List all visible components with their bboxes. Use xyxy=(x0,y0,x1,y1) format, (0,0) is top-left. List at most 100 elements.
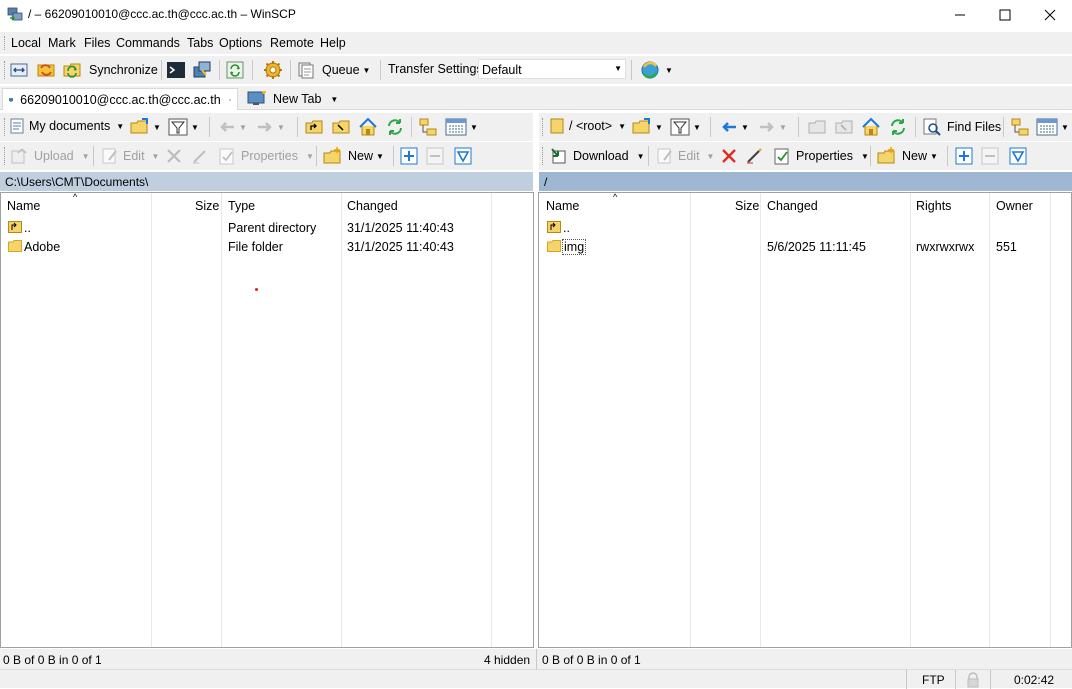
local-parent-directory-button[interactable] xyxy=(305,118,323,136)
local-path-bar[interactable]: C:\Users\CMT\Documents\ xyxy=(0,172,533,191)
console-button[interactable] xyxy=(167,61,185,79)
remote-open-directory-button[interactable]: ▼ xyxy=(632,117,663,137)
remote-properties-button[interactable]: Properties ▼ xyxy=(773,147,869,165)
local-properties-button[interactable]: Properties ▼ xyxy=(218,147,314,165)
synchronize-button[interactable]: Synchronize xyxy=(63,61,158,79)
delete-icon xyxy=(720,147,738,165)
menu-commands[interactable]: Commands xyxy=(116,36,180,50)
menu-mark[interactable]: Mark xyxy=(48,36,76,50)
menu-tabs[interactable]: Tabs xyxy=(187,36,213,50)
menu-help[interactable]: Help xyxy=(320,36,346,50)
plus-square-icon xyxy=(955,147,973,165)
remote-filter-button[interactable]: ▼ xyxy=(670,118,701,136)
local-col-changed[interactable]: Changed xyxy=(347,199,398,213)
remote-edit-button[interactable]: Edit ▼ xyxy=(656,147,714,165)
queue-button[interactable]: Queue ▼ xyxy=(297,61,370,79)
remote-col-name[interactable]: Name xyxy=(546,199,579,213)
remote-tree-button[interactable] xyxy=(1011,118,1029,136)
download-button[interactable]: Download ▼ xyxy=(549,147,645,165)
minimize-button[interactable] xyxy=(937,0,983,30)
local-back-button[interactable]: ▼ xyxy=(218,118,247,136)
local-edit-label: Edit xyxy=(123,149,145,163)
remote-forward-button[interactable]: ▼ xyxy=(758,118,787,136)
queue-icon xyxy=(297,61,315,79)
toolbar-separator xyxy=(252,60,253,80)
lock-icon xyxy=(966,672,980,688)
remote-col-changed[interactable]: Changed xyxy=(767,199,818,213)
remote-col-owner[interactable]: Owner xyxy=(996,199,1033,213)
remote-properties-label: Properties xyxy=(796,149,853,163)
chevron-down-icon: ▼ xyxy=(470,123,478,132)
toolbar-grip[interactable] xyxy=(542,147,545,165)
local-refresh-button[interactable] xyxy=(385,117,405,137)
preferences-button[interactable] xyxy=(263,60,283,80)
remote-path-bar[interactable]: / xyxy=(539,172,1072,191)
tab-session[interactable]: 66209010010@ccc.ac.th@ccc.ac.th xyxy=(2,88,238,110)
remote-file-list[interactable]: Name ^ Size Changed Rights Owner .. img … xyxy=(538,192,1072,648)
remote-delete-button[interactable] xyxy=(720,147,738,165)
remote-location-label: / <root> xyxy=(569,119,612,133)
transfer-preset-dropdown[interactable]: Default ▼ xyxy=(478,59,626,79)
local-forward-button[interactable]: ▼ xyxy=(256,118,285,136)
local-hidden-count[interactable]: 4 hidden xyxy=(484,653,530,667)
putty-button[interactable] xyxy=(193,61,211,79)
remote-select-all-button[interactable] xyxy=(1009,147,1027,165)
local-unselect-button[interactable] xyxy=(426,147,444,165)
maximize-button[interactable] xyxy=(982,0,1028,30)
menu-files[interactable]: Files xyxy=(84,36,110,50)
refresh-all-button[interactable] xyxy=(226,61,244,79)
toolbar-separator xyxy=(297,117,298,137)
local-location-dropdown[interactable]: My documents ▼ xyxy=(10,118,124,134)
local-new-button[interactable]: New ▼ xyxy=(323,146,384,166)
close-button[interactable] xyxy=(1027,0,1072,30)
local-root-directory-button[interactable] xyxy=(332,118,350,136)
toolbar-grip[interactable] xyxy=(4,118,7,136)
local-open-directory-button[interactable]: ▼ xyxy=(130,117,161,137)
upload-button[interactable]: Upload ▼ xyxy=(10,147,90,165)
local-tree-button[interactable] xyxy=(419,118,437,136)
remote-home-button[interactable] xyxy=(861,117,881,137)
toolbar-grip[interactable] xyxy=(4,61,7,79)
local-col-type[interactable]: Type xyxy=(228,199,255,213)
menubar-grip[interactable] xyxy=(4,36,7,50)
local-delete-button[interactable] xyxy=(165,147,183,165)
close-tab-icon[interactable] xyxy=(229,95,231,105)
remote-select-button[interactable] xyxy=(955,147,973,165)
remote-view-button[interactable]: ▼ xyxy=(1036,118,1069,136)
new-session-button[interactable]: ▼ xyxy=(640,60,673,80)
local-view-button[interactable]: ▼ xyxy=(445,118,478,136)
remote-parent-directory-button[interactable] xyxy=(808,118,826,136)
main-toolbar: Synchronize Q xyxy=(0,56,1072,84)
remote-refresh-button[interactable] xyxy=(888,117,908,137)
local-select-all-button[interactable] xyxy=(454,147,472,165)
find-files-button[interactable]: Find Files xyxy=(923,118,1001,136)
remote-rename-button[interactable] xyxy=(745,147,763,165)
remote-col-size[interactable]: Size xyxy=(735,199,759,213)
local-rename-button[interactable] xyxy=(191,147,209,165)
local-filter-button[interactable]: ▼ xyxy=(168,118,199,136)
local-col-size[interactable]: Size xyxy=(195,199,219,213)
remote-selection-status: 0 B of 0 B in 0 of 1 xyxy=(542,653,641,667)
remote-unselect-button[interactable] xyxy=(981,147,999,165)
tab-new[interactable]: New Tab ▼ xyxy=(241,88,344,110)
chevron-down-icon: ▼ xyxy=(861,152,869,161)
synchronize-browsing-button[interactable] xyxy=(37,61,55,79)
local-edit-button[interactable]: Edit ▼ xyxy=(101,147,159,165)
menu-remote[interactable]: Remote xyxy=(270,36,314,50)
remote-root-directory-button[interactable] xyxy=(835,118,853,136)
local-file-list[interactable]: Name ^ Size Type Changed .. Parent direc… xyxy=(0,192,534,648)
menu-local[interactable]: Local xyxy=(11,36,41,50)
home-icon xyxy=(358,117,378,137)
back-arrow-icon xyxy=(720,118,738,136)
toolbar-grip[interactable] xyxy=(542,118,545,136)
local-col-name[interactable]: Name xyxy=(7,199,40,213)
toolbar-grip[interactable] xyxy=(4,147,7,165)
compare-directories-button[interactable] xyxy=(10,61,28,79)
local-home-button[interactable] xyxy=(358,117,378,137)
menu-options[interactable]: Options xyxy=(219,36,262,50)
local-select-button[interactable] xyxy=(400,147,418,165)
remote-col-rights[interactable]: Rights xyxy=(916,199,951,213)
remote-location-dropdown[interactable]: / <root> ▼ xyxy=(550,118,626,134)
remote-back-button[interactable]: ▼ xyxy=(720,118,749,136)
remote-new-button[interactable]: New ▼ xyxy=(877,146,938,166)
